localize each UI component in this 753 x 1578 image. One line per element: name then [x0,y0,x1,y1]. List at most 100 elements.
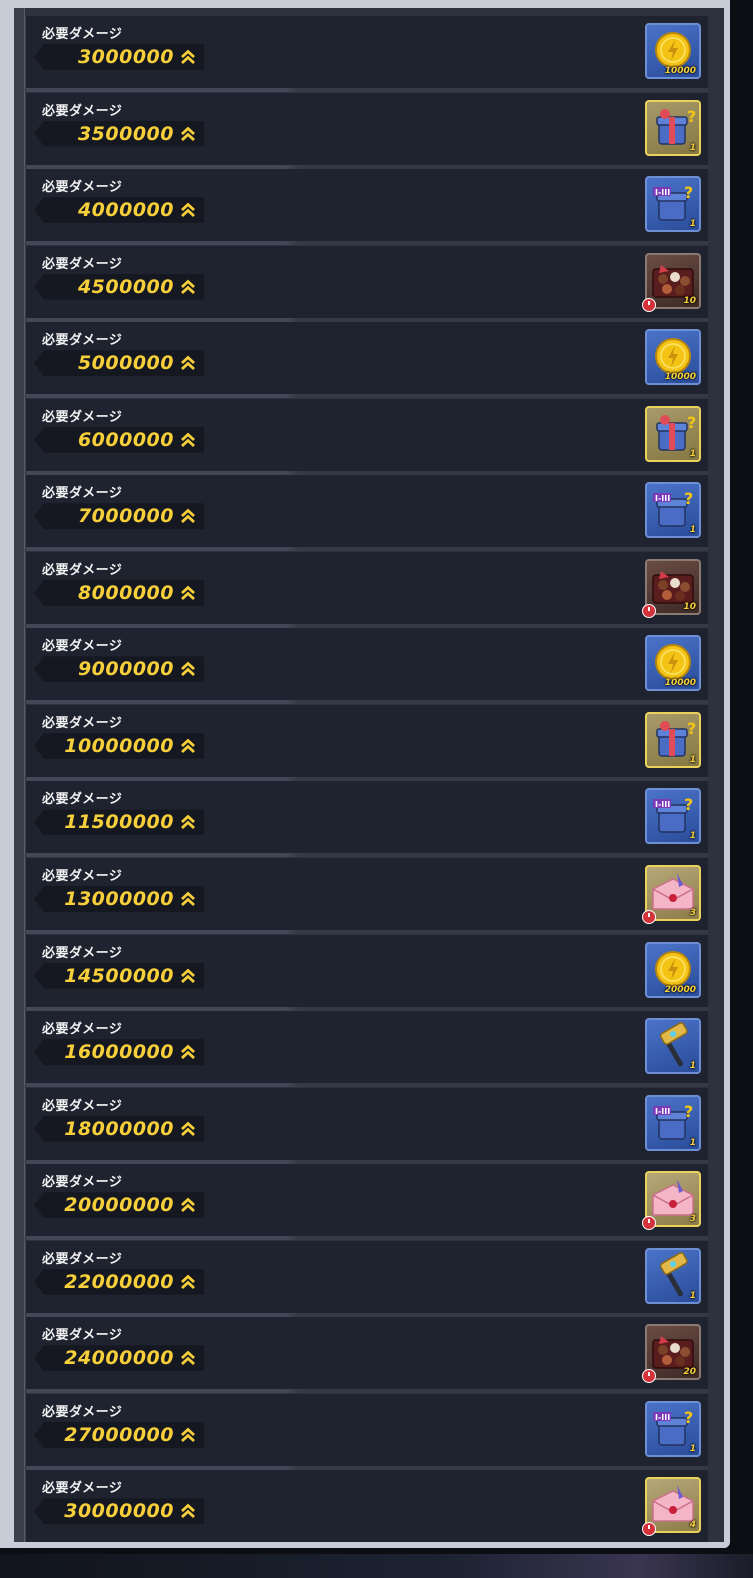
reward-row: 必要ダメージ 24000000 20 [25,1317,708,1394]
reward-item-tier-box[interactable]: I-III? 1 [645,1400,701,1457]
row-divider [26,930,708,935]
double-chevron-up-icon [181,968,195,983]
reward-item-chocolate[interactable]: 10 [642,558,701,618]
double-chevron-up-icon [181,738,195,753]
damage-value-box: 6000000 [34,426,204,453]
reward-row: 必要ダメージ 14500000 20000 [25,934,708,1011]
required-damage-label: 必要ダメージ [42,1175,123,1191]
double-chevron-up-icon [181,1350,195,1366]
required-damage-label: 必要ダメージ [42,256,123,272]
required-damage-label: 必要ダメージ [42,486,123,502]
reward-item-coin[interactable]: 10000 [645,635,701,692]
damage-value: 7000000 [77,505,174,528]
reward-item-hammer[interactable]: 1 [645,1018,701,1075]
reward-item-coin[interactable]: 20000 [645,941,701,998]
damage-value-box: 11500000 [34,809,204,836]
reward-quantity: 10 [683,601,696,612]
required-damage-label: 必要ダメージ [42,1328,123,1344]
row-divider [26,1236,708,1241]
reward-row: 必要ダメージ 6000000 ? 1 [25,398,708,475]
reward-item-tier-box[interactable]: I-III? 1 [645,176,701,233]
damage-value-box: 5000000 [34,350,204,377]
double-chevron-up-icon [181,891,195,907]
svg-text:?: ? [687,413,696,432]
limited-time-icon [642,910,656,925]
damage-value: 30000000 [64,1500,174,1523]
required-damage-label: 必要ダメージ [42,1022,123,1038]
damage-value-box: 10000000 [34,732,204,759]
reward-item-gift-box[interactable]: ? 1 [645,99,701,156]
reward-quantity: 10000 [664,372,696,383]
double-chevron-up-icon [181,1503,195,1519]
reward-item-coin[interactable]: 10000 [645,23,701,79]
damage-value-box: 27000000 [34,1421,204,1448]
damage-value-box: 13000000 [34,886,204,913]
damage-value: 6000000 [77,428,174,451]
row-divider [26,394,708,399]
limited-time-icon [642,603,656,618]
required-damage-label: 必要ダメージ [42,1098,123,1114]
reward-item-tier-box[interactable]: I-III? 1 [645,482,701,539]
reward-quantity: 1 [689,448,696,459]
damage-value: 4000000 [77,199,174,222]
reward-item-letter[interactable]: 3 [642,1171,701,1231]
reward-quantity: 1 [689,142,696,153]
damage-value-box: 30000000 [34,1498,204,1525]
svg-text:?: ? [684,1102,693,1121]
reward-quantity: 10000 [664,678,696,689]
limited-time-icon [642,1369,656,1384]
limited-time-icon [642,1216,656,1231]
damage-value: 4500000 [77,275,174,298]
reward-quantity: 1 [689,1290,696,1301]
double-chevron-up-icon [181,126,195,141]
background-strip [0,1554,753,1578]
required-damage-label: 必要ダメージ [42,1251,123,1267]
damage-value-box: 3000000 [34,44,204,70]
double-chevron-up-icon [181,815,195,830]
reward-quantity: 1 [689,1061,696,1072]
reward-item-gift-box[interactable]: ? 1 [645,711,701,768]
double-chevron-up-icon [181,585,195,600]
damage-value-box: 18000000 [34,1115,204,1142]
row-divider [26,241,708,246]
reward-item-tier-box[interactable]: I-III? 1 [645,1094,701,1151]
row-divider [26,1312,708,1317]
damage-value: 18000000 [64,1117,174,1140]
damage-value-box: 8000000 [34,579,204,606]
reward-row: 必要ダメージ 16000000 1 [25,1011,708,1088]
required-damage-label: 必要ダメージ [42,333,123,349]
reward-item-hammer[interactable]: 1 [645,1247,701,1304]
required-damage-label: 必要ダメージ [42,1481,123,1497]
damage-value: 24000000 [64,1347,174,1370]
reward-row: 必要ダメージ 30000000 4 [25,1470,708,1542]
row-divider [26,1389,708,1394]
damage-value-box: 22000000 [34,1268,204,1295]
reward-row: 必要ダメージ 4500000 10 [25,245,708,322]
svg-text:I-III: I-III [655,188,670,197]
reward-item-letter[interactable]: 3 [642,865,701,925]
reward-row: 必要ダメージ 20000000 3 [25,1164,708,1241]
double-chevron-up-icon [181,1197,195,1213]
reward-list-panel: 必要ダメージ 3000000 10000 必要ダメージ 3500000 ? 1 … [14,8,724,1542]
required-damage-label: 必要ダメージ [42,409,123,425]
damage-value: 16000000 [64,1041,174,1064]
damage-value-box: 16000000 [34,1039,204,1066]
panel-left-edge [14,8,25,1542]
reward-item-letter[interactable]: 4 [642,1477,701,1537]
damage-value-box: 4000000 [34,197,204,224]
svg-text:?: ? [684,1408,693,1427]
reward-item-coin[interactable]: 10000 [645,329,701,386]
reward-quantity: 20 [683,1367,696,1378]
double-chevron-up-icon [181,1121,195,1136]
reward-item-tier-box[interactable]: I-III? 1 [645,788,701,845]
reward-row: 必要ダメージ 8000000 10 [25,551,708,628]
reward-item-chocolate[interactable]: 10 [642,252,701,312]
reward-item-gift-box[interactable]: ? 1 [645,405,701,462]
double-chevron-up-icon [181,279,195,294]
damage-value: 27000000 [64,1423,174,1446]
reward-list[interactable]: 必要ダメージ 3000000 10000 必要ダメージ 3500000 ? 1 … [25,16,715,1542]
reward-row: 必要ダメージ 9000000 10000 [25,628,708,705]
svg-text:?: ? [684,489,693,508]
reward-item-chocolate[interactable]: 20 [642,1324,701,1384]
svg-text:I-III: I-III [655,494,670,503]
